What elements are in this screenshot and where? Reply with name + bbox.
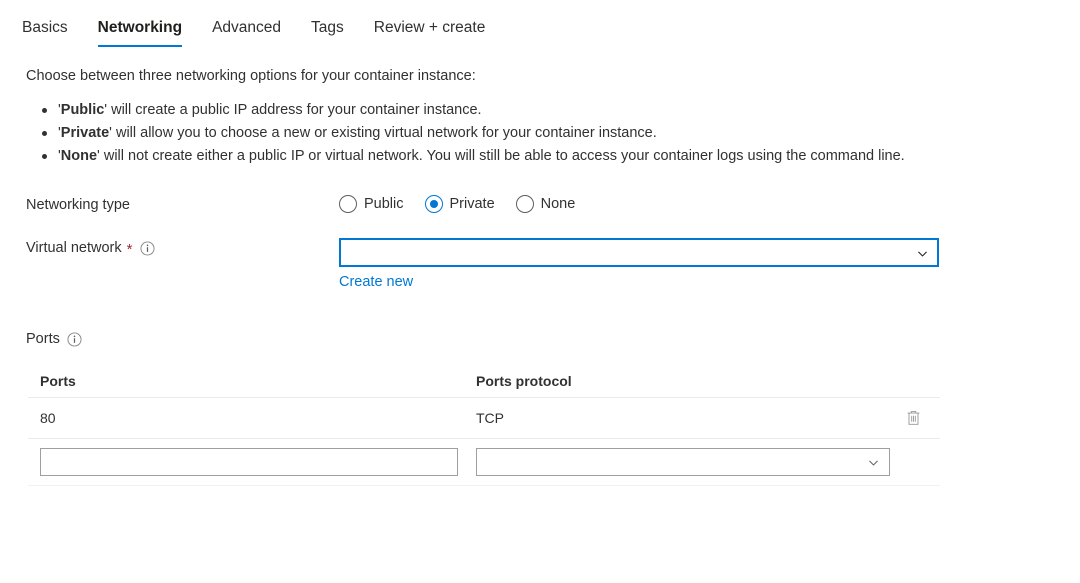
ports-new-row — [28, 439, 940, 486]
required-asterisk: * — [127, 243, 133, 257]
bullet-term: None — [61, 148, 97, 164]
bullet-term: Public — [61, 102, 105, 118]
create-new-link[interactable]: Create new — [339, 274, 413, 290]
tab-advanced[interactable]: Advanced — [212, 18, 297, 47]
radio-option-public[interactable]: Public — [339, 195, 404, 213]
tab-advanced-label: Advanced — [212, 19, 281, 36]
tab-basics-label: Basics — [22, 19, 68, 36]
cell-port-protocol: TCP — [468, 410, 886, 426]
list-item: 'Private' will allow you to choose a new… — [58, 122, 988, 145]
virtual-network-field: Create new — [339, 238, 939, 290]
networking-type-radio-group: Public Private None — [339, 195, 596, 213]
tab-basics[interactable]: Basics — [22, 18, 84, 47]
chevron-down-icon — [916, 247, 928, 259]
tab-networking-label: Networking — [98, 19, 182, 36]
radio-label-none: None — [541, 196, 576, 212]
virtual-network-label-text: Virtual network — [26, 238, 122, 258]
networking-type-label: Networking type — [26, 195, 339, 215]
new-port-cell — [28, 448, 468, 476]
tab-bar: Basics Networking Advanced Tags Review +… — [0, 0, 1080, 52]
ports-table-header-row: Ports Ports protocol — [28, 364, 940, 398]
new-protocol-cell — [468, 448, 886, 476]
radio-mark-none — [516, 195, 534, 213]
virtual-network-label: Virtual network * — [26, 238, 339, 258]
ports-section-label: Ports — [26, 331, 60, 347]
bullet-text: will not create either a public IP or vi… — [100, 148, 905, 164]
intro-text: Choose between three networking options … — [26, 66, 1080, 86]
list-item: 'Public' will create a public IP address… — [58, 99, 988, 122]
info-circle-icon[interactable] — [67, 332, 82, 347]
radio-mark-private — [425, 195, 443, 213]
info-circle-icon[interactable] — [140, 241, 155, 256]
tab-tags-label: Tags — [311, 19, 344, 36]
radio-mark-public — [339, 195, 357, 213]
networking-type-row: Networking type Public Private None — [26, 195, 1080, 215]
radio-option-none[interactable]: None — [516, 195, 576, 213]
column-header-ports: Ports — [28, 373, 468, 389]
tab-tags[interactable]: Tags — [311, 18, 360, 47]
tab-networking[interactable]: Networking — [98, 18, 198, 47]
trash-icon[interactable] — [903, 407, 924, 429]
radio-label-private: Private — [450, 196, 495, 212]
bullet-text: will create a public IP address for your… — [107, 102, 482, 118]
networking-options-list: 'Public' will create a public IP address… — [0, 99, 988, 168]
radio-option-private[interactable]: Private — [425, 195, 495, 213]
new-protocol-dropdown[interactable] — [476, 448, 890, 476]
list-item: 'None' will not create either a public I… — [58, 145, 988, 168]
active-tab-indicator — [98, 45, 182, 47]
virtual-network-dropdown[interactable] — [339, 238, 939, 267]
column-header-ports-protocol: Ports protocol — [468, 373, 886, 389]
ports-section-header: Ports — [26, 331, 1080, 347]
radio-label-public: Public — [364, 196, 404, 212]
tab-review-create[interactable]: Review + create — [374, 18, 502, 47]
cell-port-number: 80 — [28, 410, 468, 426]
bullet-term: Private — [61, 125, 109, 141]
new-port-input[interactable] — [40, 448, 458, 476]
ports-table: Ports Ports protocol 80 TCP — [28, 364, 940, 486]
cell-actions — [886, 407, 940, 429]
table-row: 80 TCP — [28, 398, 940, 439]
chevron-down-icon — [867, 456, 879, 468]
bullet-text: will allow you to choose a new or existi… — [112, 125, 657, 141]
virtual-network-row: Virtual network * Create new — [26, 238, 1080, 290]
tab-review-create-label: Review + create — [374, 19, 486, 36]
